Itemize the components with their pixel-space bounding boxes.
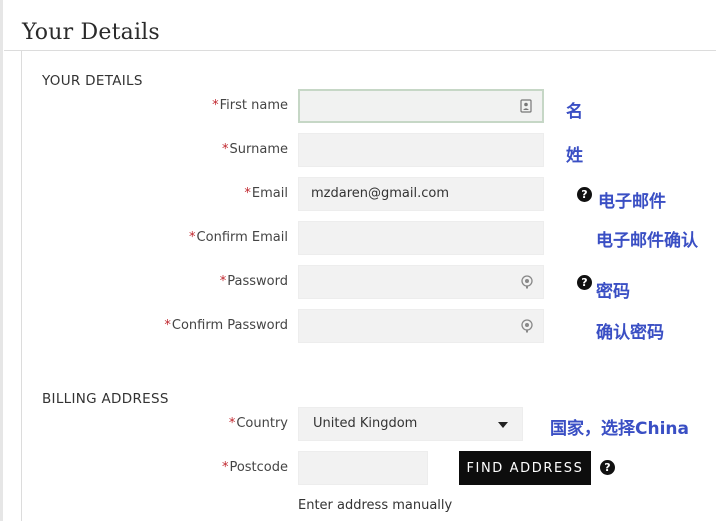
country-select[interactable]: United Kingdom (298, 407, 523, 441)
password-note: 密码 (596, 282, 630, 302)
title-divider (4, 50, 716, 51)
question-circle-icon[interactable]: ? (577, 187, 592, 202)
surname-label: *Surname (222, 142, 288, 157)
confirm-password-label: *Confirm Password (164, 318, 288, 333)
billing-address-heading: BILLING ADDRESS (42, 391, 169, 407)
password-reveal-icon[interactable] (520, 275, 534, 289)
confirm-email-input[interactable] (298, 221, 544, 255)
surname-note: 姓 (566, 146, 583, 166)
password-input[interactable] (298, 265, 544, 299)
country-note: 国家，选择China (550, 419, 689, 439)
enter-address-manually-link[interactable]: Enter address manually (298, 498, 452, 513)
page-title: Your Details (22, 20, 160, 45)
first-name-note: 名 (566, 102, 583, 122)
password-reveal-icon[interactable] (520, 319, 534, 333)
first-name-label: *First name (212, 98, 288, 113)
question-circle-icon[interactable]: ? (600, 460, 615, 475)
email-note: 电子邮件 (598, 192, 666, 212)
email-input[interactable]: mzdaren@gmail.com (298, 177, 544, 211)
password-label: *Password (219, 274, 288, 289)
required-mark: * (212, 98, 219, 113)
confirm-email-note: 电子邮件确认 (596, 231, 698, 251)
contact-card-icon[interactable] (519, 99, 533, 113)
email-label: *Email (244, 186, 288, 201)
your-details-heading: YOUR DETAILS (42, 73, 143, 89)
panel-left-border (0, 0, 3, 521)
find-address-button[interactable]: FIND ADDRESS (459, 451, 591, 485)
confirm-password-input[interactable] (298, 309, 544, 343)
form-left-border (21, 51, 22, 521)
first-name-input[interactable] (298, 89, 544, 123)
confirm-password-note: 确认密码 (596, 323, 664, 343)
confirm-email-label: *Confirm Email (189, 230, 288, 245)
postcode-label: *Postcode (221, 460, 288, 475)
surname-input[interactable] (298, 133, 544, 167)
question-circle-icon[interactable]: ? (577, 275, 592, 290)
country-label: *Country (228, 416, 288, 431)
caret-down-icon (498, 422, 508, 428)
postcode-input[interactable] (298, 451, 428, 485)
